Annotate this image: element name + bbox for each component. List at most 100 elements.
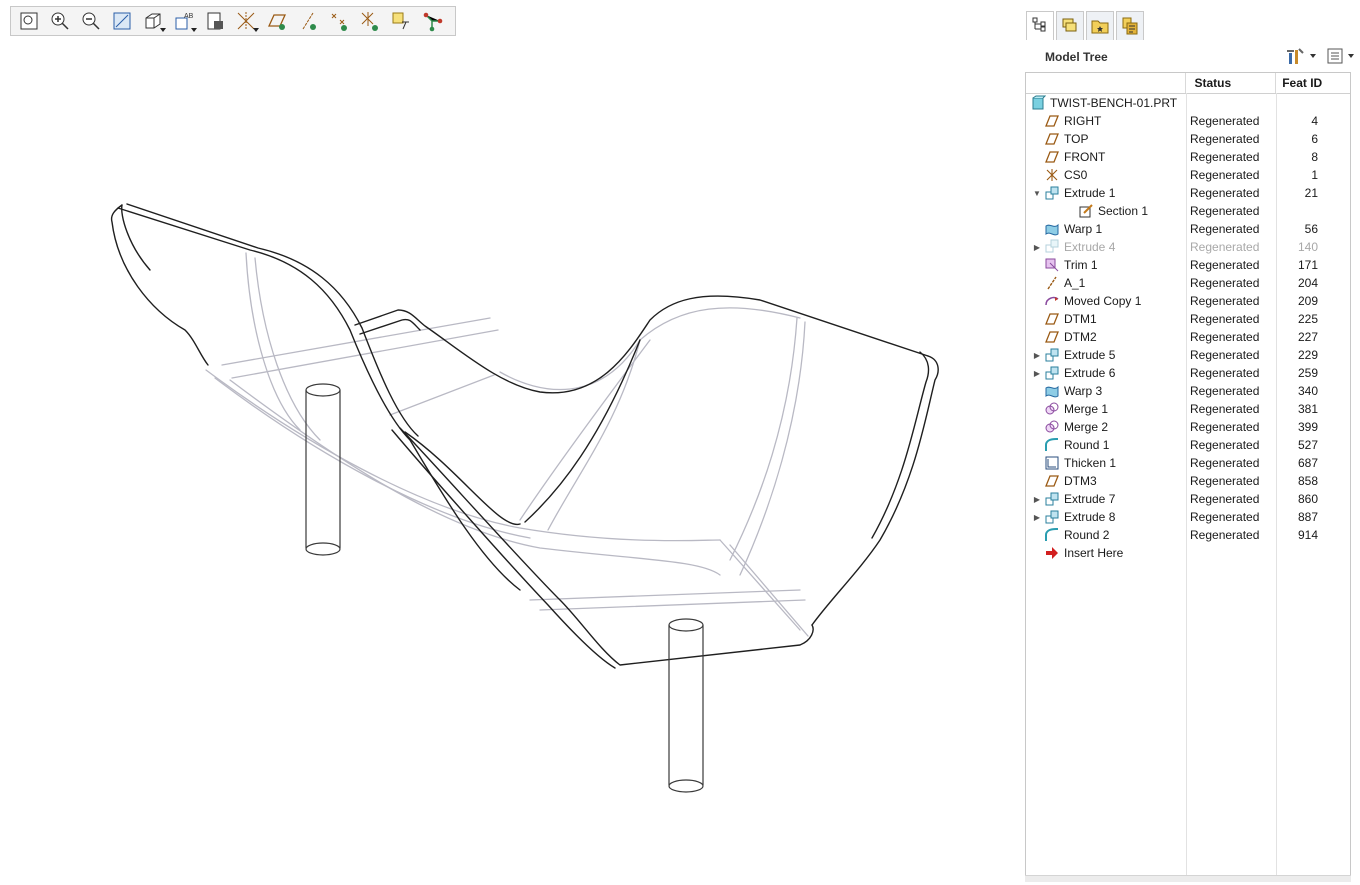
chevron-down-icon [1348,54,1354,58]
axis-icon [1044,275,1064,291]
tab-folder-browser[interactable] [1086,11,1114,40]
zoom-out-icon [82,12,100,30]
display-style-button[interactable] [139,8,166,34]
tree-item-feat-id: 4 [1311,114,1318,128]
tree-row[interactable]: Insert Here [1026,544,1350,562]
favorites-icon [1122,17,1138,35]
tree-row[interactable]: Thicken 1 Regenerated 687 [1026,454,1350,472]
tree-row[interactable]: Merge 2 Regenerated 399 [1026,418,1350,436]
tree-row[interactable]: ▼ Extrude 1 Regenerated 21 [1026,184,1350,202]
round-icon [1044,437,1064,453]
tree-item-label: Section 1 [1098,204,1149,218]
expand-toggle-icon[interactable]: ▶ [1032,512,1042,522]
tab-model-tree[interactable] [1026,11,1054,40]
refit-button[interactable] [15,8,42,34]
csys-icon [1044,167,1064,183]
tree-item-status: Regenerated [1190,222,1260,236]
tree-row[interactable]: CS0 Regenerated 1 [1026,166,1350,184]
tree-row[interactable]: TOP Regenerated 6 [1026,130,1350,148]
horizontal-scrollbar[interactable] [1025,875,1351,882]
extrude-icon [1044,238,1064,257]
annotation-display-button[interactable] [387,8,414,34]
column-name[interactable] [1026,73,1187,93]
saved-views-button[interactable]: AB [170,8,197,34]
tree-item-label: Merge 1 [1064,402,1109,416]
tree-row[interactable]: FRONT Regenerated 8 [1026,148,1350,166]
tree-row[interactable]: ▶ Extrude 7 Regenerated 860 [1026,490,1350,508]
tree-item-label: Extrude 4 [1064,240,1116,254]
column-feat-id[interactable]: Feat ID [1276,73,1350,93]
tree-item-status: Regenerated [1190,528,1260,542]
csys-display-button[interactable] [356,8,383,34]
tree-item-label: DTM2 [1064,330,1097,344]
point-display-button[interactable] [325,8,352,34]
trim-icon [1044,257,1064,273]
tree-item-status: Regenerated [1190,492,1260,506]
tree-row[interactable]: ▶ Extrude 5 Regenerated 229 [1026,346,1350,364]
plane-display-icon [267,14,286,30]
tab-favorites[interactable] [1116,11,1144,40]
tree-item-status: Regenerated [1190,258,1260,272]
zoom-in-button[interactable] [46,8,73,34]
plane-display-button[interactable] [263,8,290,34]
extrude-icon [1044,365,1064,381]
tree-settings-button[interactable] [1286,47,1316,65]
view-toolbar: AB [10,6,456,36]
tree-row[interactable]: Round 2 Regenerated 914 [1026,526,1350,544]
dropdown-arrow-icon [191,28,197,32]
tree-row[interactable]: A_1 Regenerated 204 [1026,274,1350,292]
tree-row[interactable]: RIGHT Regenerated 4 [1026,112,1350,130]
tree-item-status: Regenerated [1190,168,1260,182]
connect-button[interactable] [418,8,445,34]
model-tree-tab-icon [1032,17,1046,32]
tree-row[interactable]: ▶ Extrude 6 Regenerated 259 [1026,364,1350,382]
tree-row[interactable]: Moved Copy 1 Regenerated 209 [1026,292,1350,310]
tree-row[interactable]: Warp 1 Regenerated 56 [1026,220,1350,238]
view-manager-button[interactable] [201,8,228,34]
expand-toggle-icon[interactable]: ▶ [1032,350,1042,360]
tree-item-feat-id: 381 [1297,402,1318,416]
tree-item-feat-id: 527 [1297,438,1318,452]
tree-row[interactable]: TWIST-BENCH-01.PRT [1026,94,1350,112]
tree-item-label: DTM3 [1064,474,1097,488]
insert-arrow-icon [1044,545,1064,561]
tree-item-status: Regenerated [1190,294,1260,308]
tree-item-label: Extrude 5 [1064,348,1116,362]
show-button[interactable] [1326,47,1354,65]
tree-row[interactable]: Trim 1 Regenerated 171 [1026,256,1350,274]
tree-row[interactable]: Round 1 Regenerated 527 [1026,436,1350,454]
tree-item-label: FRONT [1064,150,1106,164]
sketch-icon [1078,203,1098,219]
tree-item-label: RIGHT [1064,114,1102,128]
column-status[interactable]: Status [1186,73,1277,93]
tree-row[interactable]: ▶ Extrude 4 Regenerated 140 [1026,238,1350,256]
tree-row[interactable]: ▶ Extrude 8 Regenerated 887 [1026,508,1350,526]
expand-toggle-icon[interactable]: ▶ [1032,368,1042,378]
list-settings-icon [1327,48,1343,64]
tree-row[interactable]: DTM2 Regenerated 227 [1026,328,1350,346]
annotation-display-icon [392,12,409,30]
tree-item-status: Regenerated [1190,330,1260,344]
extrude-icon [1044,491,1064,507]
tree-item-status: Regenerated [1190,204,1260,218]
zoom-out-button[interactable] [77,8,104,34]
expand-toggle-icon[interactable]: ▶ [1032,494,1042,504]
expand-toggle-icon[interactable]: ▶ [1032,242,1042,252]
axis-display-button[interactable] [294,8,321,34]
tree-item-status: Regenerated [1190,276,1260,290]
tree-row[interactable]: DTM1 Regenerated 225 [1026,310,1350,328]
tree-item-feat-id: 259 [1297,366,1318,380]
graphics-viewport[interactable] [0,40,1010,882]
refit-icon [20,12,37,30]
tree-row[interactable]: Section 1 Regenerated [1026,202,1350,220]
warp-icon [1044,383,1064,399]
folder-browser-icon [1091,20,1109,34]
spin-center-button[interactable] [232,8,259,34]
tree-row[interactable]: Warp 3 Regenerated 340 [1026,382,1350,400]
collapse-toggle-icon[interactable]: ▼ [1032,188,1042,198]
tree-row[interactable]: Merge 1 Regenerated 381 [1026,400,1350,418]
tab-layers[interactable] [1056,11,1084,40]
repaint-button[interactable] [108,8,135,34]
tree-row[interactable]: DTM3 Regenerated 858 [1026,472,1350,490]
dropdown-arrow-icon [253,28,259,32]
